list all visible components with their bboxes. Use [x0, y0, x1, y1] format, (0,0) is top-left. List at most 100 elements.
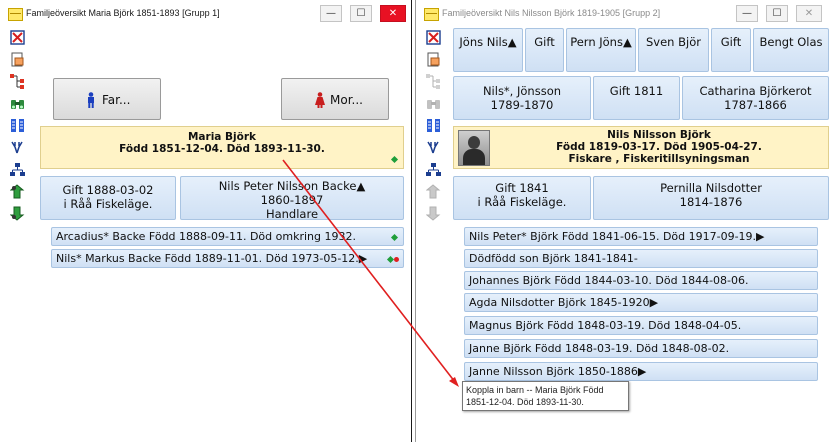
child-label: Dödfödd son Björk 1841-1841-	[469, 252, 638, 265]
person-name: Maria Björk	[187, 131, 257, 143]
child-item[interactable]: Dödfödd son Björk 1841-1841-	[464, 249, 818, 268]
spouse-name: Nils Peter Nilsson Backe▲	[218, 179, 366, 193]
female-icon	[315, 92, 325, 108]
child-label: Janne Björk Född 1848-03-19. Död 1848-08…	[469, 342, 730, 355]
side-toolbar	[416, 24, 446, 442]
child-item[interactable]: Nils Peter* Björk Född 1841-06-15. Död 1…	[464, 227, 818, 246]
spouse-dates: 1814-1876	[679, 195, 743, 209]
descendants-icon[interactable]	[426, 74, 441, 89]
child-label: Magnus Björk Född 1848-03-19. Död 1848-0…	[469, 319, 742, 332]
green-marker-icon	[390, 155, 399, 164]
person-dates: Född 1851-12-04. Död 1893-11-30.	[119, 143, 325, 155]
mother-name: Catharina Björkerot	[699, 84, 812, 98]
grandparent-button[interactable]: Jöns Nils▲	[453, 28, 523, 72]
mother-label: Mor...	[330, 93, 363, 107]
parents-marriage-label: Gift 1811	[609, 84, 664, 98]
tooltip-line-1: Koppla in barn -- Maria Björk Född	[466, 385, 604, 395]
grandparent-label: Pern Jöns▲	[570, 35, 632, 49]
maximize-button[interactable]: ☐	[350, 5, 372, 22]
child-label: Janne Nilsson Björk 1850-1886▶	[469, 365, 647, 378]
marriage-place: i Råå Fiskeläge.	[63, 197, 153, 211]
columns-icon[interactable]	[10, 118, 25, 133]
app-icon	[8, 8, 23, 21]
child-label: Agda Nilsdotter Björk 1845-1920▶	[469, 296, 659, 309]
marriage-button[interactable]: Gift 1841 i Råå Fiskeläge.	[453, 176, 591, 220]
title-bar[interactable]: Familjeöversikt Nils Nilsson Björk 1819-…	[416, 0, 830, 30]
descendants-icon[interactable]	[10, 74, 25, 89]
delete-icon[interactable]	[426, 30, 441, 45]
minimize-button[interactable]: —	[736, 5, 758, 22]
search-icon[interactable]	[426, 96, 441, 111]
title-bar[interactable]: Familjeöversikt Maria Björk 1851-1893 [G…	[0, 0, 411, 30]
child-label: Nils* Markus Backe Född 1889-11-01. Död …	[56, 252, 368, 265]
child-item[interactable]: Magnus Björk Född 1848-03-19. Död 1848-0…	[464, 316, 818, 335]
male-icon	[88, 92, 94, 108]
family-window-2: Familjeöversikt Nils Nilsson Björk 1819-…	[415, 0, 830, 442]
grandparent-button[interactable]: Sven Björ	[638, 28, 709, 72]
child-item[interactable]: Arcadius* Backe Född 1888-09-11. Död omk…	[51, 227, 404, 246]
grandparent-button[interactable]: Pern Jöns▲	[566, 28, 636, 72]
import-icon[interactable]	[426, 184, 441, 199]
minimize-button[interactable]: —	[320, 5, 342, 22]
ancestors-icon[interactable]	[426, 140, 441, 155]
marriage-label: Gift	[534, 35, 555, 49]
ancestors-icon[interactable]	[10, 140, 25, 155]
child-label: Arcadius* Backe Född 1888-09-11. Död omk…	[56, 230, 356, 243]
spouse-name: Pernilla Nilsdotter	[660, 181, 762, 195]
export-icon[interactable]	[10, 206, 25, 221]
child-item[interactable]: Janne Björk Född 1848-03-19. Död 1848-08…	[464, 339, 818, 358]
grandparents-marriage-button[interactable]: Gift	[711, 28, 751, 72]
person-occupation: Fiskare , Fiskeritillsyningsman	[568, 153, 750, 165]
child-label: Johannes Björk Född 1844-03-10. Död 1844…	[469, 274, 749, 287]
child-item[interactable]: Janne Nilsson Björk 1850-1886▶	[464, 362, 818, 381]
notes-icon[interactable]	[426, 52, 441, 67]
child-item[interactable]: Agda Nilsdotter Björk 1845-1920▶	[464, 293, 818, 312]
father-button[interactable]: Far...	[53, 78, 161, 120]
grandparent-label: Sven Björ	[646, 35, 701, 49]
father-name: Nils*, Jönsson	[482, 84, 562, 98]
child-item[interactable]: Nils* Markus Backe Född 1889-11-01. Död …	[51, 249, 404, 268]
search-icon[interactable]	[10, 96, 25, 111]
grandparent-label: Jöns Nils▲	[459, 35, 517, 49]
close-button[interactable]: ✕	[380, 5, 406, 22]
side-toolbar	[0, 24, 30, 442]
red-marker-icon	[394, 257, 399, 262]
marriage-date: Gift 1841	[495, 181, 549, 195]
close-button[interactable]: ✕	[796, 5, 822, 22]
export-icon[interactable]	[426, 206, 441, 221]
window-title: Familjeöversikt Maria Björk 1851-1893 [G…	[26, 8, 220, 18]
grandparents-marriage-button[interactable]: Gift	[525, 28, 564, 72]
app-icon	[424, 8, 439, 21]
green-marker-icon	[390, 233, 399, 242]
marriage-label: Gift	[720, 35, 742, 49]
father-dates: 1789-1870	[490, 98, 554, 112]
window-title: Familjeöversikt Nils Nilsson Björk 1819-…	[442, 8, 661, 18]
grandparent-label: Bengt Olas	[759, 35, 823, 49]
notes-icon[interactable]	[10, 52, 25, 67]
person-dates: Född 1819-03-17. Död 1905-04-27.	[556, 141, 762, 153]
delete-icon[interactable]	[10, 30, 25, 45]
marriage-date: Gift 1888-03-02	[62, 183, 154, 197]
columns-icon[interactable]	[426, 118, 441, 133]
tree-icon[interactable]	[426, 162, 441, 177]
mother-dates: 1787-1866	[724, 98, 787, 112]
tree-icon[interactable]	[10, 162, 25, 177]
green-marker-icon	[386, 255, 395, 264]
spouse-button[interactable]: Nils Peter Nilsson Backe▲ 1860-1897 Hand…	[180, 176, 404, 220]
selected-person-card[interactable]: Maria Björk Född 1851-12-04. Död 1893-11…	[40, 126, 404, 169]
selected-person-card[interactable]: Nils Nilsson Björk Född 1819-03-17. Död …	[453, 126, 829, 169]
mother-button[interactable]: Mor...	[281, 78, 389, 120]
maximize-button[interactable]: ☐	[766, 5, 788, 22]
grandparent-button[interactable]: Bengt Olas	[753, 28, 829, 72]
parents-marriage-button[interactable]: Gift 1811	[593, 76, 680, 120]
tooltip-line-2: 1851-12-04. Död 1893-11-30.	[466, 397, 584, 407]
child-item[interactable]: Johannes Björk Född 1844-03-10. Död 1844…	[464, 271, 818, 290]
spouse-button[interactable]: Pernilla Nilsdotter 1814-1876	[593, 176, 829, 220]
person-name: Nils Nilsson Björk	[607, 129, 711, 141]
mother-button[interactable]: Catharina Björkerot 1787-1866	[682, 76, 829, 120]
import-icon[interactable]	[10, 184, 25, 199]
father-button[interactable]: Nils*, Jönsson 1789-1870	[453, 76, 591, 120]
spouse-dates: 1860-1897	[260, 193, 324, 207]
marriage-button[interactable]: Gift 1888-03-02 i Råå Fiskeläge.	[40, 176, 176, 220]
person-photo	[458, 130, 490, 166]
